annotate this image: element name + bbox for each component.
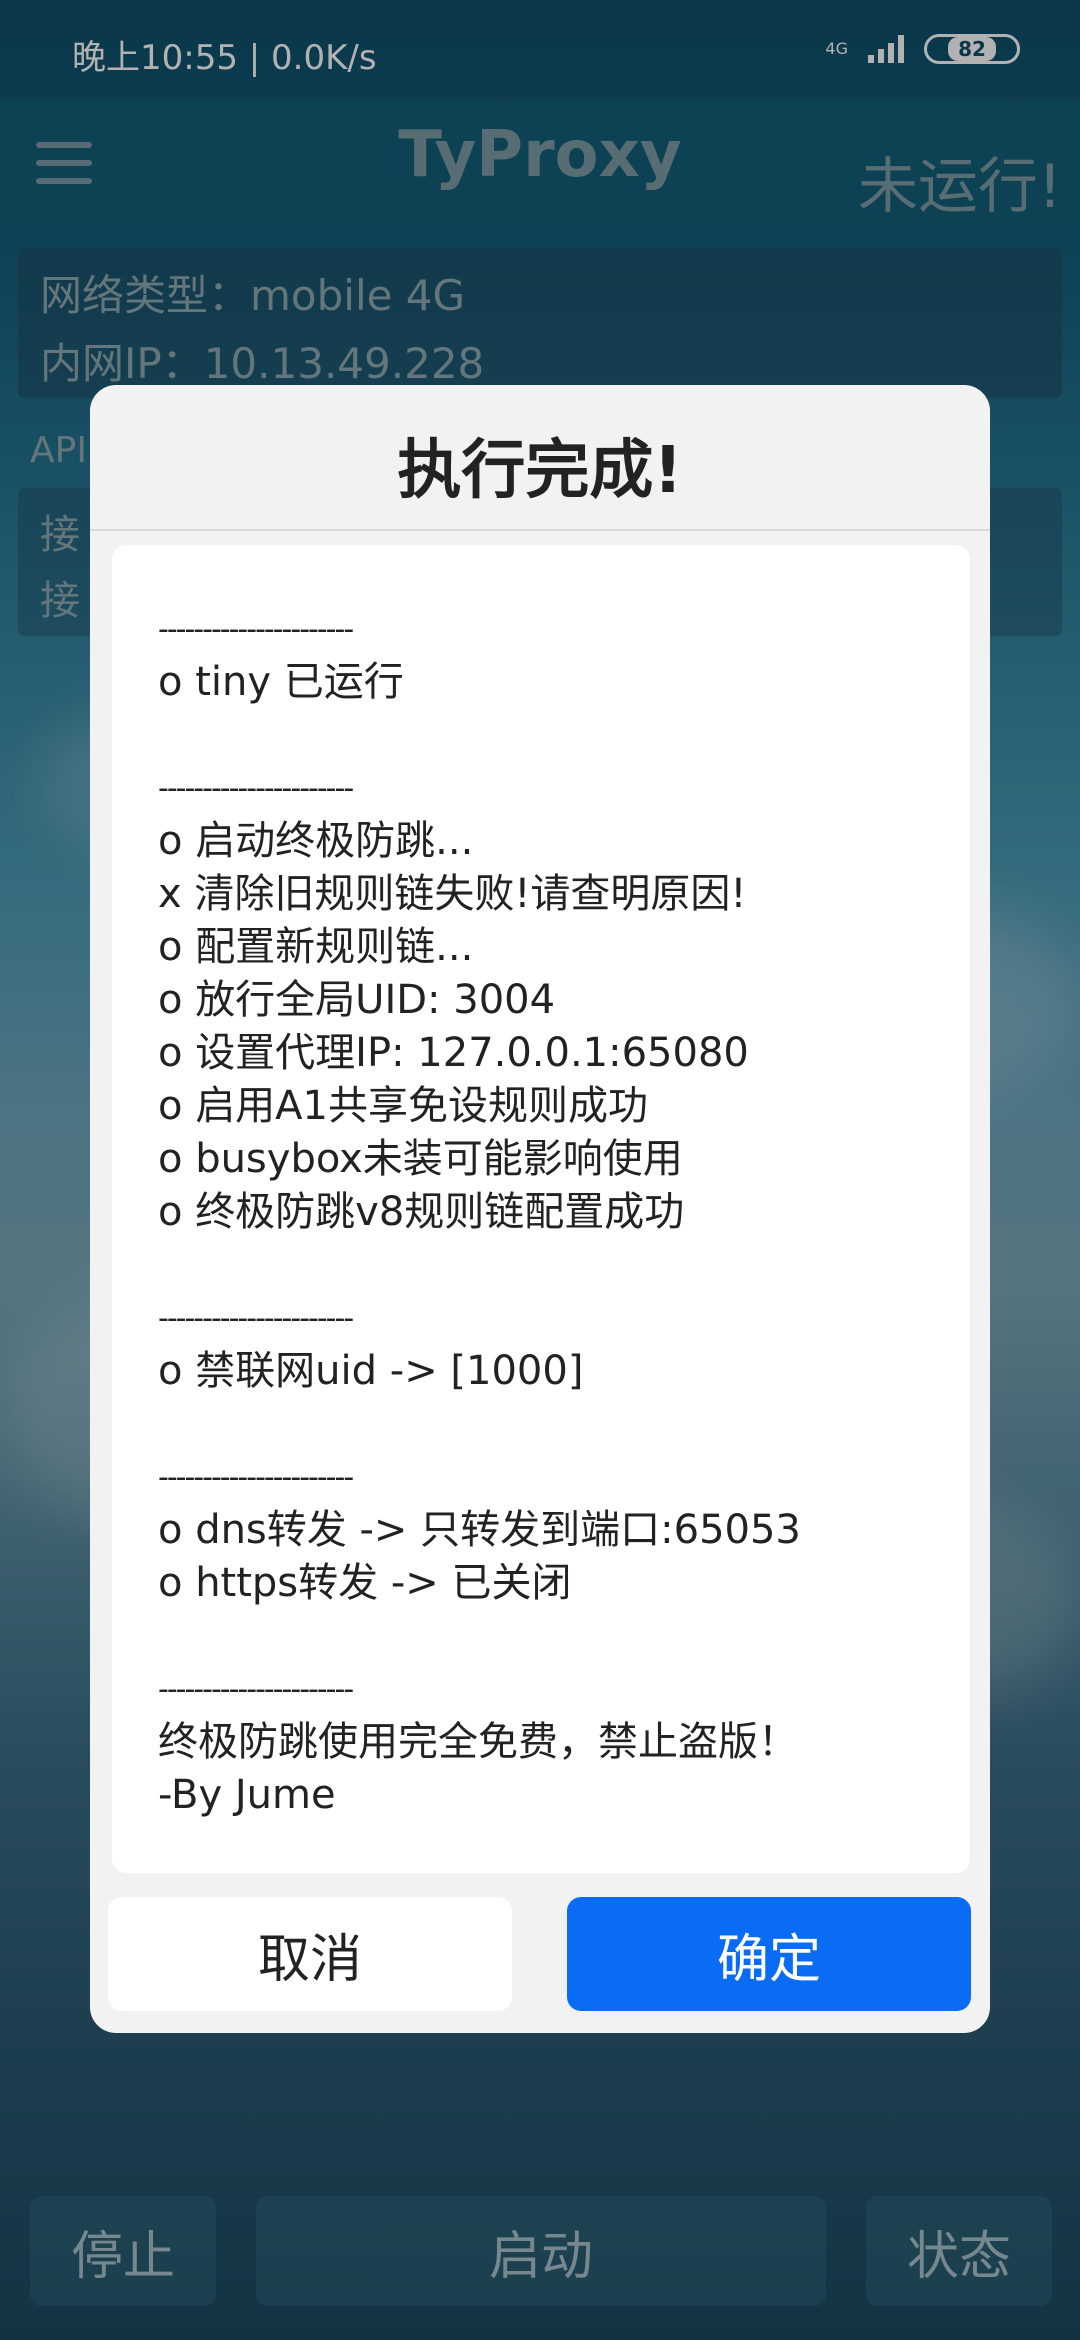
log-line: o 配置新规则链... bbox=[158, 924, 474, 970]
log-line: o 终极防跳v8规则链配置成功 bbox=[158, 1189, 685, 1235]
dialog-divider bbox=[90, 529, 990, 531]
log-line: ---------------------- bbox=[158, 1301, 354, 1336]
confirm-button[interactable]: 确定 bbox=[567, 1897, 971, 2011]
log-line: x 清除旧规则链失败!请查明原因! bbox=[158, 871, 747, 917]
log-line: 终极防跳使用完全免费，禁止盗版！ bbox=[158, 1719, 798, 1765]
dialog-title: 执行完成! bbox=[397, 434, 683, 508]
log-line: o dns转发 -> 只转发到端口:65053 bbox=[158, 1507, 801, 1553]
log-line: o 启用A1共享免设规则成功 bbox=[158, 1083, 648, 1129]
log-line: ---------------------- bbox=[158, 612, 354, 647]
log-line: ---------------------- bbox=[158, 1460, 354, 1495]
log-line: o 放行全局UID: 3004 bbox=[158, 977, 556, 1023]
log-line: -By Jume bbox=[158, 1772, 336, 1818]
log-line: o https转发 -> 已关闭 bbox=[158, 1560, 572, 1606]
log-line: o 禁联网uid -> [1000] bbox=[158, 1348, 584, 1394]
log-line: ---------------------- bbox=[158, 1672, 354, 1707]
cancel-button[interactable]: 取消 bbox=[108, 1897, 512, 2011]
log-line: o tiny 已运行 bbox=[158, 659, 404, 705]
result-dialog: 执行完成! ---------------------- o tiny 已运行 --… bbox=[90, 385, 990, 2033]
log-line: o 设置代理IP: 127.0.0.1:65080 bbox=[158, 1030, 749, 1076]
log-output: ---------------------- o tiny 已运行 --------… bbox=[112, 545, 970, 1873]
log-line: o busybox未装可能影响使用 bbox=[158, 1136, 683, 1182]
log-line: o 启动终极防跳... bbox=[158, 818, 474, 864]
log-line: ---------------------- bbox=[158, 771, 354, 806]
